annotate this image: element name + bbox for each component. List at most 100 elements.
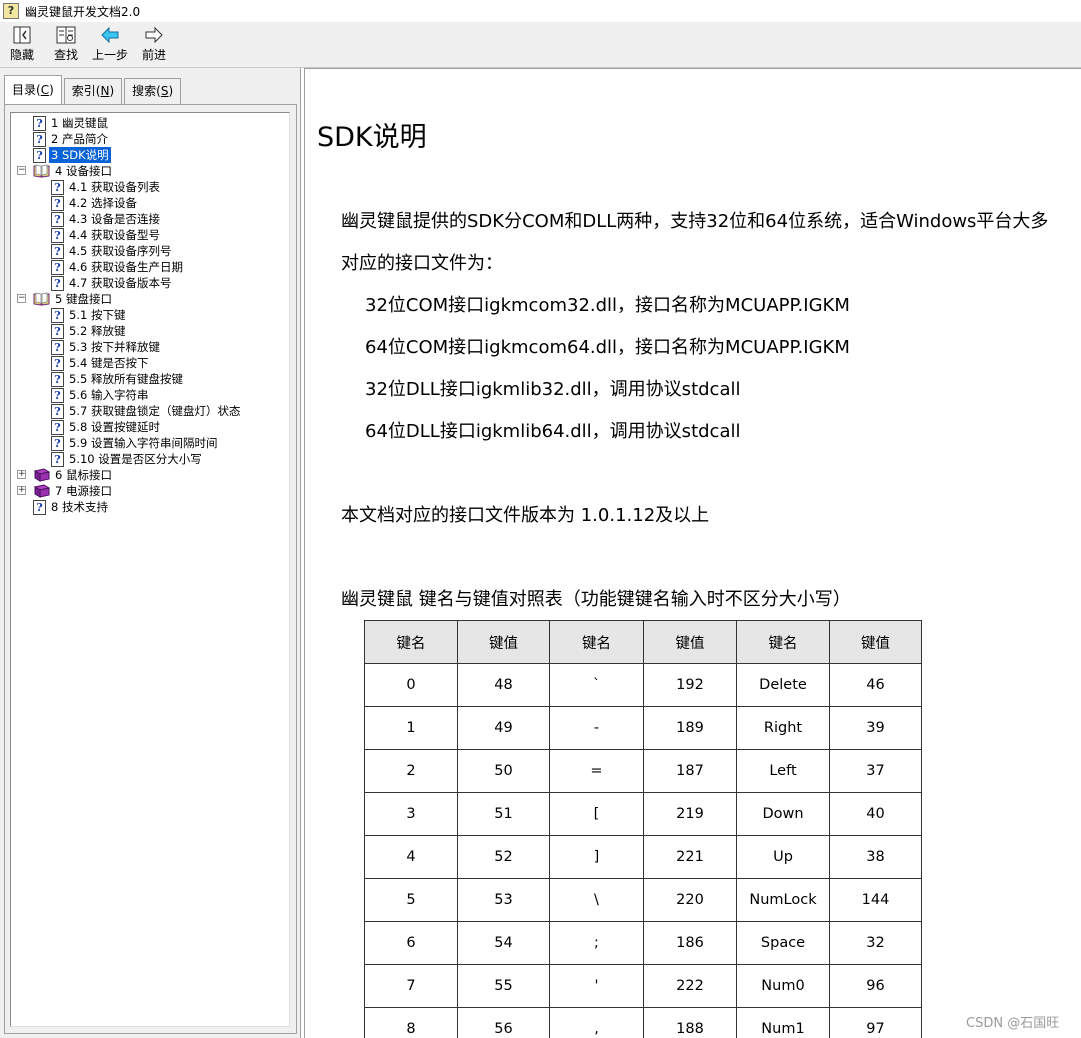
table-row: 4 52] 221 Up 38	[364, 835, 922, 879]
tree-item[interactable]: +7 电源接口	[17, 483, 114, 499]
tree-item[interactable]: ? 4.5 获取设备序列号	[51, 243, 173, 259]
table-cell: 38	[829, 835, 922, 879]
table-cell: 5	[364, 878, 458, 922]
tab-search[interactable]: 搜索(S)	[124, 78, 182, 104]
table-cell: 222	[643, 964, 737, 1008]
contents-panel: ? 1 幽灵键鼠? 2 产品简介? 3 SDK说明 −4 设备接口? 4.1 获取设备列表…	[4, 104, 297, 1034]
table-cell: 54	[457, 921, 550, 965]
tree-item[interactable]: ? 4.3 设备是否连接	[51, 211, 162, 227]
intro-paragraph: 幽灵键鼠提供的SDK分COM和DLL两种，支持32位和64位系统，适合Windo…	[341, 211, 1049, 232]
help-page-icon: ?	[51, 419, 64, 435]
tree-item[interactable]: ? 5.7 获取键盘锁定（键盘灯）状态	[51, 403, 242, 419]
tree-item[interactable]: ? 5.9 设置输入字符串间隔时间	[51, 435, 219, 451]
tree-item-label: 6 鼠标接口	[55, 468, 112, 482]
table-cell: Down	[736, 792, 830, 836]
tree-item[interactable]: ? 3 SDK说明	[33, 147, 111, 163]
back-button[interactable]: 上一步	[88, 22, 132, 67]
table-cell: 221	[643, 835, 737, 879]
tree-item[interactable]: ? 5.4 键是否按下	[51, 355, 150, 371]
find-button[interactable]: 查找	[44, 22, 88, 67]
table-cell: 50	[457, 749, 550, 793]
tab-index[interactable]: 索引(N)	[63, 78, 123, 104]
table-cell: 39	[829, 706, 922, 750]
contents-tree[interactable]: ? 1 幽灵键鼠? 2 产品简介? 3 SDK说明 −4 设备接口? 4.1 获取设备列表…	[10, 112, 290, 1027]
table-row: 5 53 \ 220 NumLock 144	[364, 878, 922, 922]
tree-item-label: 5.6 输入字符串	[69, 388, 149, 402]
forward-button[interactable]: 前进	[132, 22, 176, 67]
file-item: 32位DLL接口igkmlib32.dll，调用协议stdcall	[365, 379, 741, 400]
forward-arrow-icon	[143, 26, 165, 44]
table-cell: -	[549, 706, 644, 750]
tree-item-label: 5.9 设置输入字符串间隔时间	[69, 436, 218, 450]
tree-item[interactable]: ? 4.4 获取设备型号	[51, 227, 162, 243]
table-cell: Num0	[736, 964, 830, 1008]
table-cell: 144	[829, 878, 922, 922]
help-app-icon: ?	[3, 3, 19, 19]
help-page-icon: ?	[51, 259, 64, 275]
tree-item-label: 4.5 获取设备序列号	[69, 244, 172, 258]
tree-item[interactable]: ? 5.6 输入字符串	[51, 387, 150, 403]
table-cell: 52	[457, 835, 550, 879]
table-cell: 96	[829, 964, 922, 1008]
tree-item[interactable]: ? 4.7 获取设备版本号	[51, 275, 173, 291]
content-pane[interactable]: SDK说明 幽灵键鼠提供的SDK分COM和DLL两种，支持32位和64位系统，适…	[304, 68, 1081, 1038]
expand-icon[interactable]: +	[17, 470, 26, 479]
table-row: 3 51[219 Down 40	[364, 792, 922, 836]
tree-item[interactable]: ? 1 幽灵键鼠	[33, 115, 110, 131]
table-cell: 97	[829, 1007, 922, 1038]
help-page-icon: ?	[33, 147, 46, 163]
tree-item-label: 4.1 获取设备列表	[69, 180, 160, 194]
tree-item[interactable]: − 4 设备接口	[17, 163, 114, 179]
tree-item[interactable]: ? 5.10 设置是否区分大小写	[51, 451, 204, 467]
expand-icon[interactable]: +	[17, 486, 26, 495]
tree-item[interactable]: ? 5.3 按下并释放键	[51, 339, 162, 355]
table-row: 0 48 ` 192 Delete 46	[364, 663, 922, 707]
table-cell: Space	[736, 921, 830, 965]
tree-item-label: 5 键盘接口	[55, 292, 112, 306]
tree-item-label: 5.10 设置是否区分大小写	[69, 452, 202, 466]
tree-item[interactable]: ? 5.1 按下键	[51, 307, 127, 323]
tree-item[interactable]: ? 8 技术支持	[33, 499, 110, 515]
help-page-icon: ?	[51, 435, 64, 451]
tree-item[interactable]: ? 2 产品简介	[33, 131, 110, 147]
table-row: 8 56, 188 Num1 97	[364, 1007, 922, 1038]
help-page-icon: ?	[51, 387, 64, 403]
tab-contents[interactable]: 目录(C)	[4, 75, 62, 105]
table-cell: 188	[643, 1007, 737, 1038]
table-cell: =	[549, 749, 644, 793]
table-cell: Left	[736, 749, 830, 793]
tree-item[interactable]: ? 4.6 获取设备生产日期	[51, 259, 185, 275]
table-caption: 幽灵键鼠 键名与键值对照表（功能键键名输入时不区分大小写）	[341, 589, 851, 610]
closed-book-icon	[33, 468, 51, 482]
files-intro: 对应的接口文件为：	[341, 253, 503, 274]
key-code-table: 键名 键值 键名 键值 键名 键值 0 48 ` 192 Delete 46 1 49-189…	[364, 620, 922, 1038]
tree-item[interactable]: +6 鼠标接口	[17, 467, 114, 483]
tree-item[interactable]: − 5 键盘接口	[17, 291, 114, 307]
table-row: 2 50 = 187 Left 37	[364, 749, 922, 793]
help-page-icon: ?	[51, 211, 64, 227]
tree-item[interactable]: ? 4.2 选择设备	[51, 195, 139, 211]
table-cell: 4	[364, 835, 458, 879]
table-cell: NumLock	[736, 878, 830, 922]
collapse-icon[interactable]: −	[17, 166, 26, 175]
table-cell: 55	[457, 964, 550, 1008]
tree-item-label: 4.7 获取设备版本号	[69, 276, 172, 290]
header-cell: 键值	[829, 620, 922, 664]
hide-button[interactable]: 隐藏	[0, 22, 44, 67]
tree-item[interactable]: ? 5.5 释放所有键盘按键	[51, 371, 185, 387]
header-cell: 键值	[643, 620, 737, 664]
hide-icon	[11, 26, 33, 44]
tree-item-label: 1 幽灵键鼠	[51, 116, 108, 130]
tree-item-label: 3 SDK说明	[49, 147, 111, 163]
page-title: SDK说明	[317, 122, 427, 153]
help-page-icon: ?	[51, 275, 64, 291]
help-page-icon: ?	[51, 355, 64, 371]
tree-item[interactable]: ? 4.1 获取设备列表	[51, 179, 162, 195]
open-book-icon	[33, 164, 50, 178]
window-title: 幽灵键鼠开发文档2.0	[25, 4, 141, 19]
header-cell: 键名	[736, 620, 830, 664]
tree-item[interactable]: ? 5.2 释放键	[51, 323, 127, 339]
tree-item[interactable]: ? 5.8 设置按键延时	[51, 419, 162, 435]
help-page-icon: ?	[33, 131, 46, 147]
collapse-icon[interactable]: −	[17, 294, 26, 303]
